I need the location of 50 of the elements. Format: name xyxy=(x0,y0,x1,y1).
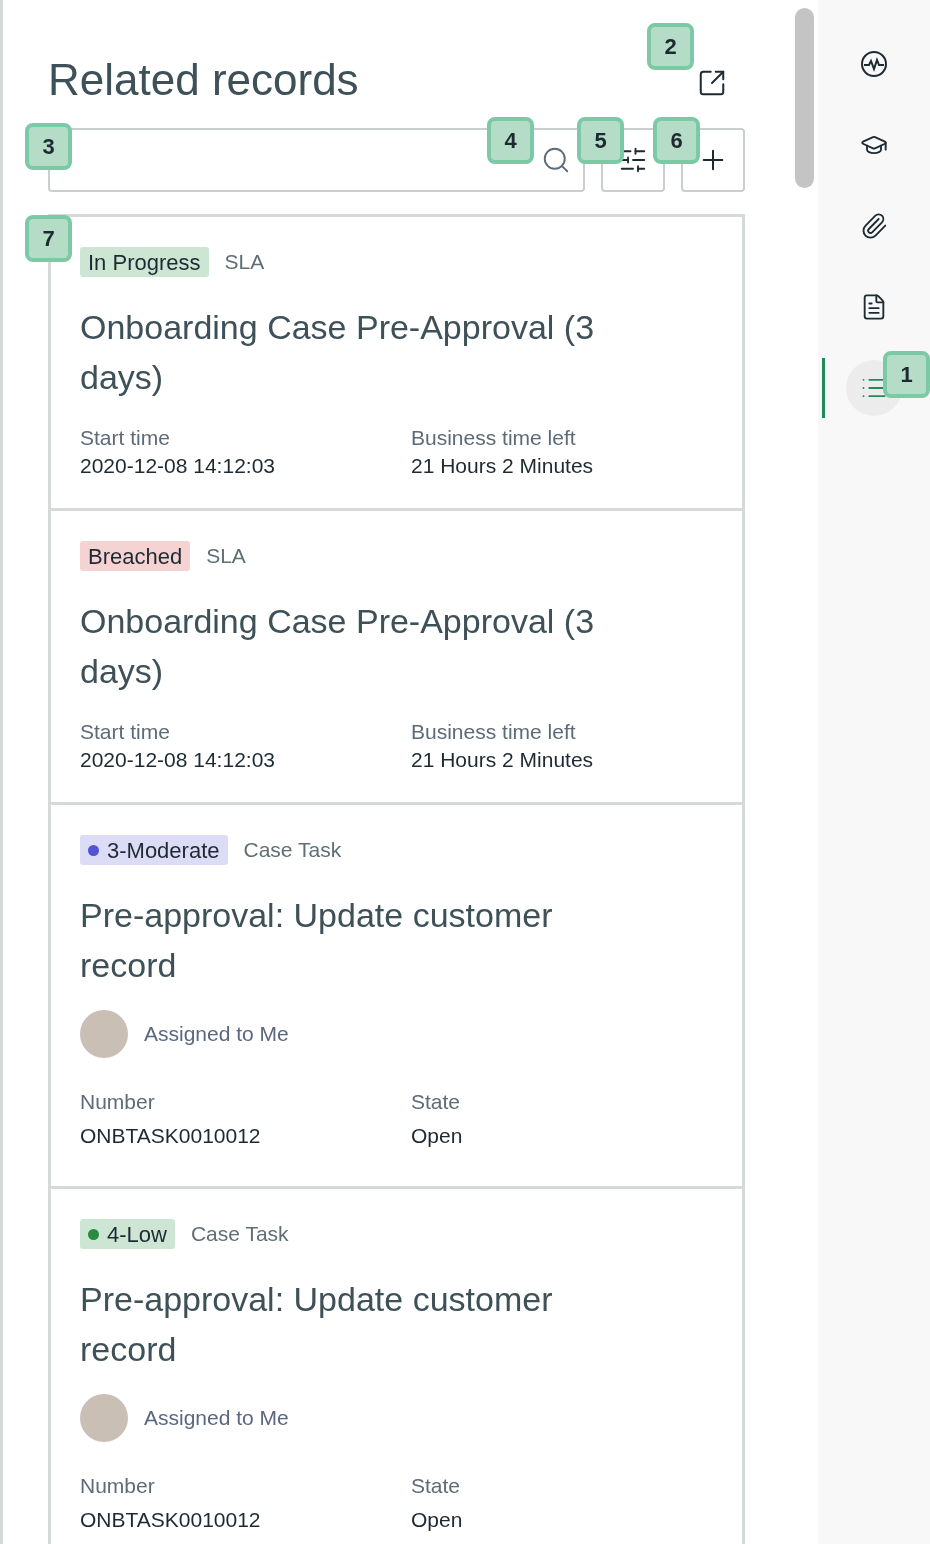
field-value: Open xyxy=(411,1507,464,1533)
callout-tooltip: 3 xyxy=(25,123,72,170)
assignee-text: Assigned to Me xyxy=(144,1405,289,1432)
field-value: 21 Hours 2 Minutes xyxy=(411,747,595,773)
record-type: SLA xyxy=(206,543,246,570)
open-external-button[interactable] xyxy=(697,68,727,98)
record-type: Case Task xyxy=(243,837,342,864)
callout-tooltip: 7 xyxy=(25,215,72,262)
record-title: Onboarding Case Pre-Approval (3 days) xyxy=(80,307,596,398)
field-label: Business time left xyxy=(411,425,577,451)
pulse-icon xyxy=(860,50,888,78)
field-label: Number xyxy=(80,1473,156,1499)
assignee-text: Assigned to Me xyxy=(144,1021,289,1048)
field-value: 2020-12-08 14:12:03 xyxy=(80,747,276,773)
field-value: ONBTASK0010012 xyxy=(80,1123,262,1149)
status-badge: Breached xyxy=(80,541,191,571)
record-type: Case Task xyxy=(190,1221,289,1248)
field-value: 21 Hours 2 Minutes xyxy=(411,453,595,479)
avatar xyxy=(80,1394,128,1442)
field-label: Start time xyxy=(80,719,171,745)
field-label: Start time xyxy=(80,425,171,451)
record-card[interactable]: Breached SLA Onboarding Case Pre-Approval (3 days) Start time 2020-12-08 14:12:03 Business time left 21 Hours 2 Minutes xyxy=(48,508,745,805)
field-value: 2020-12-08 14:12:03 xyxy=(80,453,276,479)
callout-tooltip: 1 xyxy=(883,351,930,398)
priority-badge: 3-Moderate xyxy=(80,835,228,865)
callout-tooltip: 6 xyxy=(653,117,700,164)
field-value: ONBTASK0010012 xyxy=(80,1507,262,1533)
external-link-icon xyxy=(697,68,727,98)
callout-tooltip: 4 xyxy=(487,117,534,164)
search-icon xyxy=(541,145,571,175)
priority-badge: 4-Low xyxy=(80,1219,175,1249)
record-title: Pre-approval: Update customer record xyxy=(80,895,554,986)
record-title: Pre-approval: Update customer record xyxy=(80,1279,554,1370)
field-value: Open xyxy=(411,1123,464,1149)
record-title: Onboarding Case Pre-Approval (3 days) xyxy=(80,601,596,692)
field-label: State xyxy=(411,1473,462,1499)
field-label: Number xyxy=(80,1089,156,1115)
status-badge: In Progress xyxy=(80,247,209,277)
callout-tooltip: 5 xyxy=(577,117,624,164)
callout-tooltip: 2 xyxy=(647,23,694,70)
record-card[interactable]: 4-Low Case Task Pre-approval: Update customer record Assigned to Me Number ONBTASK0010012 State Open xyxy=(48,1186,745,1544)
record-type: SLA xyxy=(224,249,265,276)
sliders-icon xyxy=(618,145,648,175)
avatar xyxy=(80,1010,128,1058)
panel-title: Related records xyxy=(48,54,359,106)
paperclip-icon xyxy=(860,212,888,240)
scrollbar-thumb[interactable] xyxy=(794,8,814,188)
record-card[interactable]: 3-Moderate Case Task Pre-approval: Update customer record Assigned to Me Number ONBTASK0010012 State Open xyxy=(48,802,745,1189)
field-label: Business time left xyxy=(411,719,577,745)
field-label: State xyxy=(411,1089,462,1115)
